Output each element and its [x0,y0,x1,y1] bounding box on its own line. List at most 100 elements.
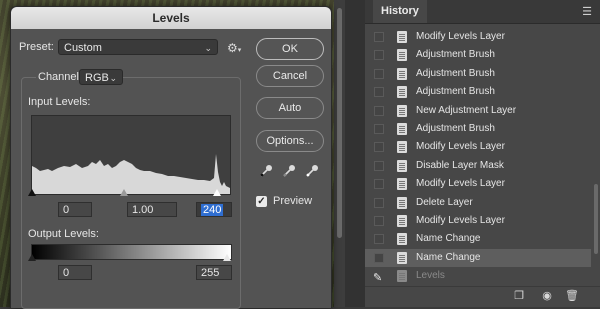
history-item-undone[interactable]: ✎ Levels [365,267,591,285]
history-state-icon [397,49,407,62]
snapshot-source-box[interactable] [374,142,384,153]
snapshot-source-box[interactable] [374,160,384,171]
cancel-button[interactable]: Cancel [256,65,324,87]
auto-button[interactable]: Auto [256,97,324,119]
preview-checkbox[interactable]: ✓ [256,196,267,207]
tab-history[interactable]: History [373,0,427,23]
history-state-icon [397,196,407,209]
history-item[interactable]: Modify Levels Layer [365,138,591,156]
canvas-scrollbar[interactable] [334,0,345,307]
input-gamma-field[interactable]: 1.00 [127,202,177,217]
history-item-label: Modify Levels Layer [416,214,505,226]
history-item-label: Delete Layer [416,196,473,208]
panel-divider [345,0,365,307]
output-white-slider[interactable] [223,254,231,261]
input-white-slider[interactable] [213,189,221,196]
histogram-graph [32,154,230,194]
history-scroll-thumb[interactable] [594,184,598,254]
ok-button[interactable]: OK [256,38,324,60]
snapshot-source-box[interactable] [374,234,384,245]
history-panel: History ☰ Modify Levels Layer Adjustment… [365,0,600,307]
history-item[interactable]: Modify Levels Layer [365,212,591,230]
preview-label: Preview [273,195,313,207]
output-black-slider[interactable] [28,254,36,261]
snapshot-source-box[interactable] [374,179,384,190]
history-item-label: New Adjustment Layer [416,104,517,116]
snapshot-source-box[interactable] [374,215,384,226]
panel-menu-icon[interactable]: ☰ [582,5,592,18]
snapshot-source-box[interactable] [374,197,384,208]
output-levels-label: Output Levels: [28,228,99,240]
history-state-icon [397,233,407,246]
history-footer: ❐ ◉ 🗑 [365,286,600,307]
snapshot-source-box[interactable] [374,50,384,61]
history-tabbar: History ☰ [365,0,600,24]
black-eyedropper-icon[interactable] [259,164,273,178]
snapshot-source-box[interactable] [374,123,384,134]
input-white-value: 240 [201,204,224,216]
history-item[interactable]: Name Change [365,230,591,248]
snapshot-source-box[interactable] [374,68,384,79]
canvas-scroll-thumb[interactable] [337,8,342,238]
gear-icon[interactable]: ⚙▾ [227,41,241,55]
trash-icon[interactable]: 🗑 [565,290,579,302]
history-item-label: Adjustment Brush [416,122,495,134]
snapshot-source-box[interactable] [374,32,384,42]
channel-select[interactable]: RGB ⌄ [79,69,123,85]
history-item-label: Modify Levels Layer [416,178,505,190]
preset-select[interactable]: Custom ⌄ [58,39,218,55]
input-white-field[interactable]: 240 [196,202,232,217]
history-item-label: Levels [416,270,445,282]
history-item-label: Adjustment Brush [416,67,495,79]
history-item-current[interactable]: Name Change [365,248,591,268]
history-item[interactable]: New Adjustment Layer [365,102,591,120]
channel-value: RGB [85,72,109,84]
output-gradient [31,244,232,260]
history-item[interactable]: Modify Levels Layer [365,28,591,46]
history-item[interactable]: Adjustment Brush [365,65,591,83]
history-state-icon [397,270,407,283]
history-state-icon [397,104,407,117]
channel-label: Channel: [36,71,85,83]
history-state-icon [397,159,407,172]
history-item-label: Disable Layer Mask [416,159,504,171]
input-gamma-slider[interactable] [120,189,128,196]
history-state-icon [397,122,407,135]
history-scrollbar[interactable] [592,24,600,284]
options-button[interactable]: Options... [256,130,324,152]
history-item[interactable]: Delete Layer [365,194,591,212]
snapshot-source-box[interactable] [374,105,384,116]
history-brush-icon[interactable]: ✎ [373,269,382,287]
history-item-label: Adjustment Brush [416,49,495,61]
history-state-icon [397,86,407,99]
output-white-field[interactable]: 255 [196,265,232,280]
history-item-label: Name Change [416,251,481,263]
input-black-field[interactable]: 0 [58,202,92,217]
history-item[interactable]: Adjustment Brush [365,83,591,101]
history-item-label: Name Change [416,233,481,245]
snapshot-source-box[interactable] [374,252,384,263]
history-item[interactable]: Modify Levels Layer [365,175,591,193]
histogram [31,115,231,195]
snapshot-camera-icon[interactable]: ◉ [541,290,553,302]
dialog-title: Levels [11,7,331,29]
history-state-icon [397,141,407,154]
history-state-icon [397,67,407,80]
snapshot-source-box[interactable] [374,87,384,98]
history-state-icon [397,178,407,191]
input-levels-label: Input Levels: [28,96,91,108]
history-list: Modify Levels Layer Adjustment Brush Adj… [365,28,591,285]
history-state-icon [397,31,407,43]
history-item[interactable]: Disable Layer Mask [365,157,591,175]
levels-dialog: Levels Preset: Custom ⌄ ⚙▾ Channel: RGB … [10,6,332,309]
history-item[interactable]: Adjustment Brush [365,46,591,64]
chevron-down-icon: ⌄ [109,73,117,83]
history-item[interactable]: Adjustment Brush [365,120,591,138]
input-black-slider[interactable] [28,189,36,196]
history-item-label: Modify Levels Layer [416,141,505,153]
output-black-field[interactable]: 0 [58,265,92,280]
preset-value: Custom [64,42,102,54]
gray-eyedropper-icon[interactable] [282,164,296,178]
white-eyedropper-icon[interactable] [305,164,319,178]
new-document-from-state-icon[interactable]: ❐ [513,290,525,302]
